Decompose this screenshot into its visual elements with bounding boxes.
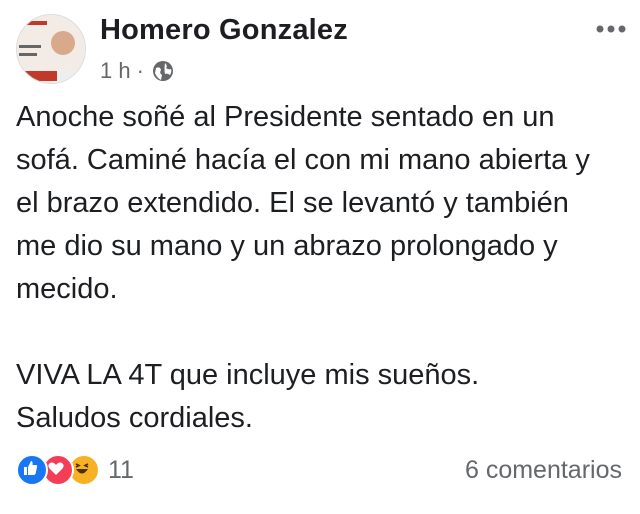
facebook-post: Homero Gonzalez 1 h · Anoche soñé al Pre… bbox=[0, 0, 640, 514]
post-paragraph: VIVA LA 4T que incluye mis sueños. bbox=[16, 359, 480, 391]
reactions-summary[interactable]: 11 bbox=[16, 454, 134, 486]
post-paragraph: Anoche soñé al Presidente sentado en un … bbox=[16, 101, 590, 305]
author-name[interactable]: Homero Gonzalez bbox=[100, 14, 348, 47]
reaction-icons bbox=[16, 454, 100, 486]
post-timestamp[interactable]: 1 h bbox=[100, 58, 131, 84]
like-icon bbox=[16, 454, 48, 486]
author-avatar[interactable] bbox=[16, 14, 86, 84]
comments-count-link[interactable]: 6 comentarios bbox=[465, 456, 622, 485]
post-body: Anoche soñé al Presidente sentado en un … bbox=[16, 96, 616, 440]
more-options-icon[interactable] bbox=[594, 22, 628, 36]
reaction-count[interactable]: 11 bbox=[108, 456, 134, 485]
meta-separator: · bbox=[136, 58, 144, 83]
post-meta: 1 h · bbox=[100, 58, 174, 84]
globe-icon[interactable] bbox=[152, 60, 174, 82]
post-paragraph: Saludos cordiales. bbox=[16, 402, 253, 434]
